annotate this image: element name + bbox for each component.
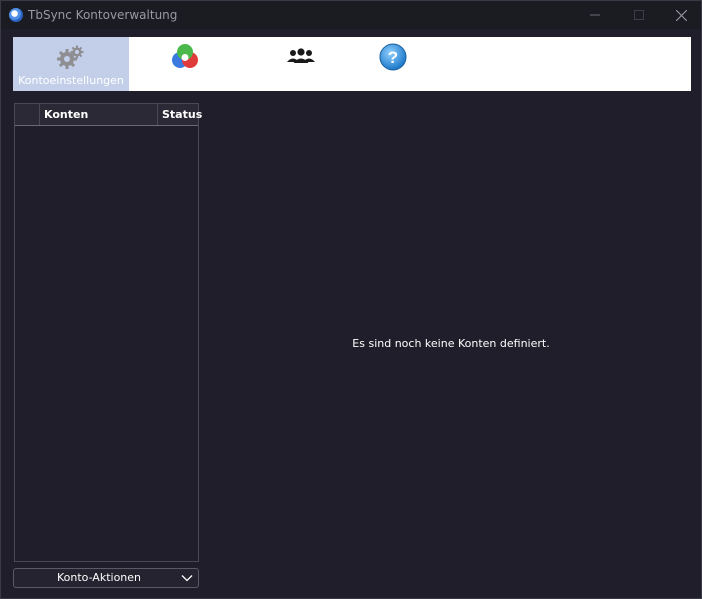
tab-account-settings-label: Kontoeinstellungen — [18, 74, 124, 87]
svg-text:?: ? — [388, 48, 398, 67]
tbsync-app-icon — [9, 8, 23, 22]
column-header-select[interactable] — [15, 104, 40, 125]
tab-providers-label: Kontotypen — [153, 74, 217, 87]
gears-icon — [56, 44, 86, 70]
close-icon — [675, 9, 687, 21]
window-title: TbSync Kontoverwaltung — [28, 8, 178, 22]
tab-address-book-label: Adressbuch — [269, 74, 333, 87]
column-header-accounts[interactable]: Konten — [40, 104, 158, 125]
minimize-button[interactable] — [573, 1, 617, 29]
account-list-header: Konten Status — [15, 104, 202, 126]
tab-help[interactable]: ? Hilfe — [361, 37, 425, 91]
account-actions-label: Konto-Aktionen — [56, 571, 142, 584]
toolbar: Kontoeinstellungen Kontotypen Adressbuch… — [13, 37, 691, 91]
tab-account-settings[interactable]: Kontoeinstellungen — [13, 37, 129, 91]
minimize-icon — [590, 14, 600, 16]
chevron-down-icon — [181, 575, 193, 582]
help-icon: ? — [379, 43, 407, 71]
tab-help-label: Hilfe — [380, 74, 406, 87]
tab-providers[interactable]: Kontotypen — [129, 37, 241, 91]
users-icon — [286, 44, 316, 70]
account-actions-dropdown[interactable]: Konto-Aktionen — [13, 568, 199, 588]
tab-address-book[interactable]: Adressbuch — [241, 37, 361, 91]
providers-icon — [171, 44, 199, 70]
title-bar: TbSync Kontoverwaltung — [1, 1, 701, 29]
tbsync-window: TbSync Kontoverwaltung Kontoeinstellunge… — [0, 0, 702, 599]
empty-state-message: Es sind noch keine Konten definiert. — [352, 337, 550, 350]
close-button[interactable] — [659, 1, 702, 29]
maximize-icon — [634, 10, 644, 20]
account-list[interactable]: Konten Status — [14, 103, 202, 562]
maximize-button[interactable] — [617, 1, 661, 29]
column-header-status[interactable]: Status — [158, 104, 202, 125]
